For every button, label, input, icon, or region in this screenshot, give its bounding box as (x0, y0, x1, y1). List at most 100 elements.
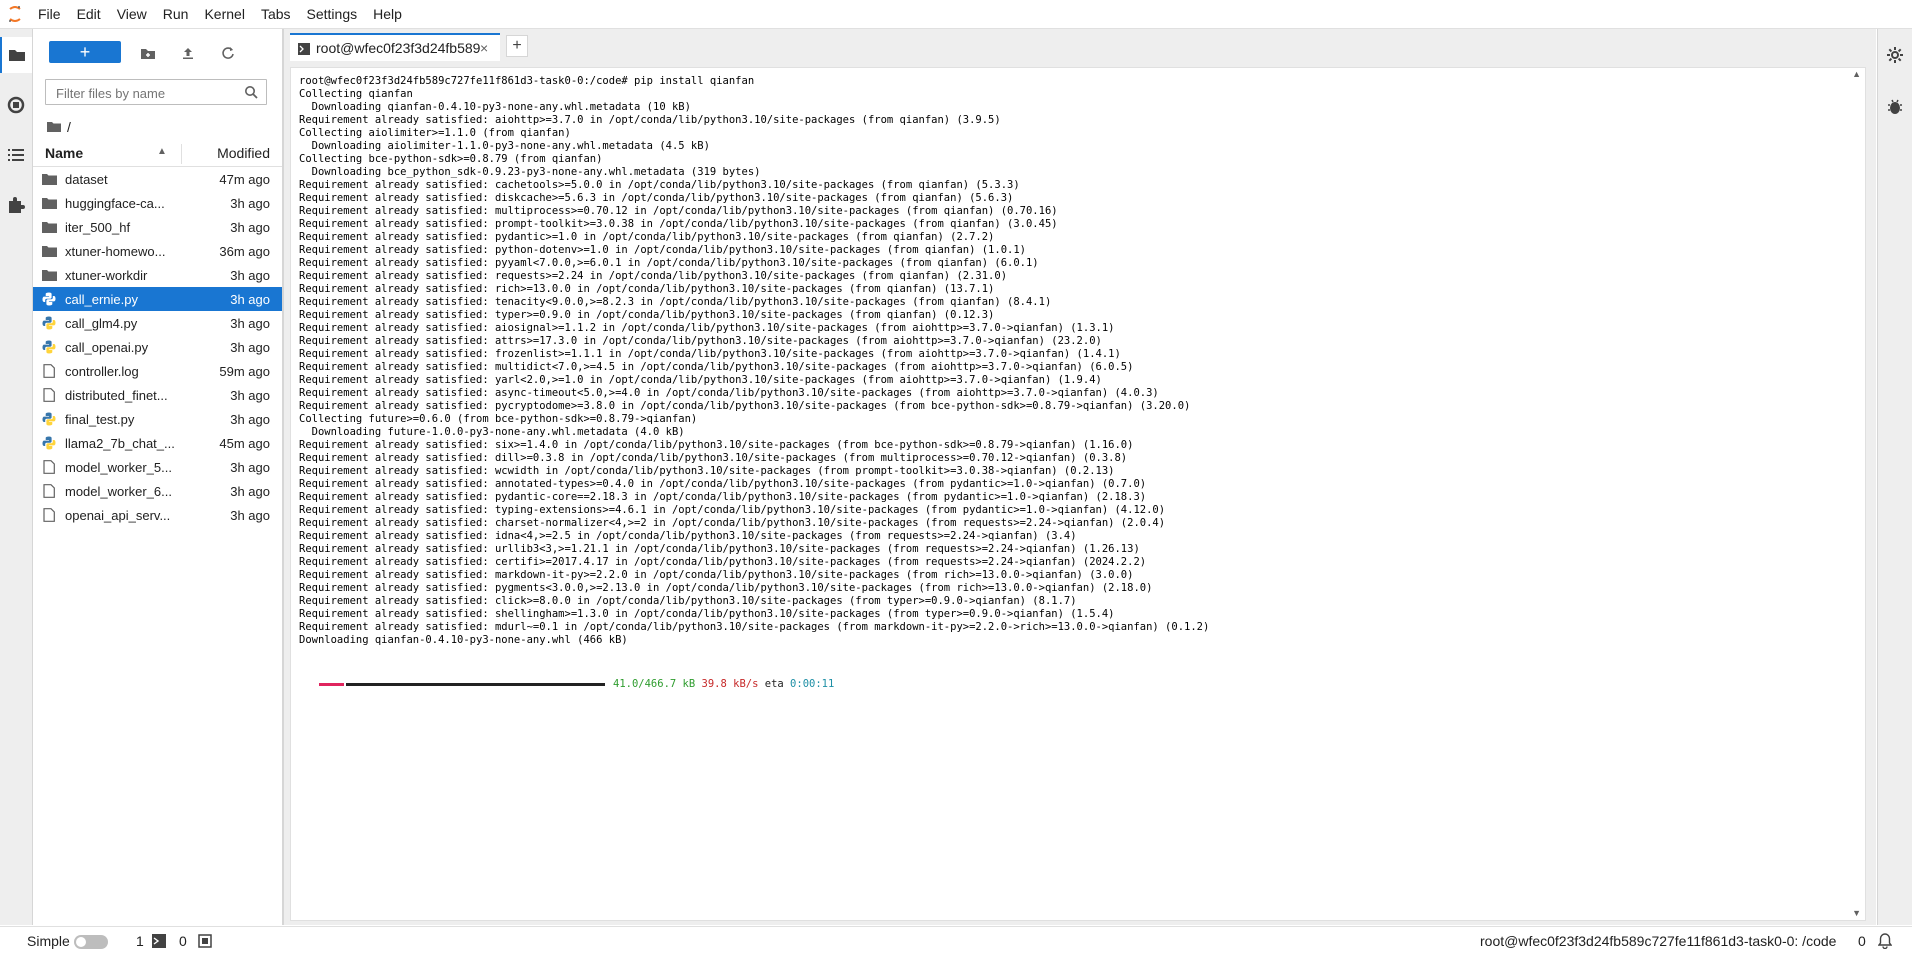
new-tab-button[interactable]: + (506, 35, 528, 57)
search-icon (244, 85, 258, 104)
python-file-icon (41, 411, 57, 427)
eta-value: 0:00:11 (790, 678, 835, 690)
upload-icon[interactable] (178, 43, 198, 63)
menu-file[interactable]: File (30, 0, 69, 28)
notifications-count[interactable]: 0 (1858, 933, 1866, 949)
list-item[interactable]: final_test.py 3h ago (33, 407, 282, 431)
new-folder-icon[interactable] (138, 43, 158, 63)
file-name: xtuner-homewo... (65, 243, 166, 259)
scroll-down-icon[interactable]: ▼ (1852, 908, 1861, 918)
download-size: 41.0/466.7 kB (613, 678, 696, 690)
modified-column-header[interactable]: Modified (217, 145, 270, 161)
simple-mode-label: Simple (27, 933, 70, 949)
list-item[interactable]: iter_500_hf 3h ago (33, 215, 282, 239)
python-file-icon (41, 339, 57, 355)
file-modified: 3h ago (230, 411, 270, 427)
file-filter-input[interactable] (54, 81, 238, 105)
terminal-panel[interactable]: root@wfec0f23f3d24fb589c727fe11f861d3-ta… (290, 67, 1866, 921)
name-column-header[interactable]: Name (45, 145, 83, 161)
download-progress: 41.0/466.7 kB 39.8 kB/s eta 0:00:11 (299, 678, 834, 691)
folder-icon (41, 195, 57, 211)
list-item[interactable]: call_ernie.py 3h ago (33, 287, 282, 311)
file-modified: 3h ago (230, 459, 270, 475)
main-area: root@wfec0f23f3d24fb589c727fe11f861d3-ta… (284, 29, 1876, 925)
file-modified: 47m ago (219, 171, 270, 187)
file-list: dataset 47m ago huggingface-ca... 3h ago ite… (33, 167, 282, 527)
new-launcher-button[interactable]: + (49, 41, 121, 63)
list-item[interactable]: openai_api_serv... 3h ago (33, 503, 282, 527)
menu-settings[interactable]: Settings (299, 0, 366, 28)
file-name: controller.log (65, 363, 139, 379)
jupyter-logo-icon (0, 0, 30, 28)
list-item[interactable]: model_worker_6... 3h ago (33, 479, 282, 503)
python-file-icon (41, 291, 57, 307)
menu-tabs[interactable]: Tabs (253, 0, 299, 28)
file-modified: 3h ago (230, 483, 270, 499)
close-icon[interactable]: × (480, 40, 488, 56)
eta-label: eta (764, 678, 784, 690)
menu-help[interactable]: Help (365, 0, 410, 28)
file-name: call_ernie.py (65, 291, 138, 307)
file-browser-toolbar: + (33, 37, 282, 73)
kernels-count[interactable]: 0 (179, 933, 187, 949)
list-item[interactable]: llama2_7b_chat_... 45m ago (33, 431, 282, 455)
folder-icon (41, 243, 57, 259)
tab-label: root@wfec0f23f3d24fb589c727fe11f861d3-ta… (316, 40, 480, 56)
download-progress-bar (319, 678, 605, 691)
file-modified: 3h ago (230, 195, 270, 211)
simple-mode-toggle[interactable] (74, 935, 108, 949)
terminal-status-icon (152, 934, 166, 951)
column-divider (181, 144, 182, 164)
breadcrumb: / (47, 117, 71, 137)
menu-run[interactable]: Run (155, 0, 197, 28)
file-filter-box (45, 79, 267, 105)
terminals-count[interactable]: 1 (136, 933, 144, 949)
right-sidebar (1877, 29, 1912, 925)
status-bar: Simple 1 0 root@wfec0f23f3d24fb589c727fe… (0, 926, 1912, 955)
property-inspector-gear-icon[interactable] (1885, 45, 1905, 65)
left-sidebar (0, 29, 33, 925)
menu-view[interactable]: View (109, 0, 155, 28)
list-item[interactable]: xtuner-homewo... 36m ago (33, 239, 282, 263)
list-item[interactable]: model_worker_5... 3h ago (33, 455, 282, 479)
file-name: model_worker_5... (65, 459, 172, 475)
running-icon[interactable] (0, 87, 32, 123)
folder-icon[interactable] (0, 37, 32, 73)
list-item[interactable]: dataset 47m ago (33, 167, 282, 191)
list-item[interactable]: call_openai.py 3h ago (33, 335, 282, 359)
tab-terminal[interactable]: root@wfec0f23f3d24fb589c727fe11f861d3-ta… (290, 33, 500, 61)
extension-puzzle-icon[interactable] (0, 187, 32, 223)
file-modified: 3h ago (230, 267, 270, 283)
list-item[interactable]: xtuner-workdir 3h ago (33, 263, 282, 287)
table-of-contents-icon[interactable] (0, 137, 32, 173)
file-icon (41, 363, 57, 379)
list-item[interactable]: distributed_finet... 3h ago (33, 383, 282, 407)
menu-bar: File Edit View Run Kernel Tabs Settings Help (0, 0, 1912, 29)
file-name: openai_api_serv... (65, 507, 171, 523)
file-browser: + / Name ▲ Modified dataset 47m ago huggin… (33, 29, 284, 925)
debugger-bug-icon[interactable] (1885, 97, 1905, 117)
folder-icon (41, 267, 57, 283)
list-item[interactable]: controller.log 59m ago (33, 359, 282, 383)
menu-kernel[interactable]: Kernel (196, 0, 252, 28)
scroll-up-icon[interactable]: ▲ (1852, 69, 1861, 79)
file-name: iter_500_hf (65, 219, 131, 235)
file-icon (41, 483, 57, 499)
notification-bell-icon[interactable] (1877, 933, 1893, 952)
refresh-icon[interactable] (218, 43, 238, 63)
file-modified: 59m ago (219, 363, 270, 379)
file-modified: 3h ago (230, 219, 270, 235)
list-item[interactable]: call_glm4.py 3h ago (33, 311, 282, 335)
file-modified: 3h ago (230, 315, 270, 331)
python-file-icon (41, 315, 57, 331)
home-folder-icon[interactable] (47, 119, 61, 135)
terminal-status-text: root@wfec0f23f3d24fb589c727fe11f861d3-ta… (1480, 933, 1837, 949)
file-modified: 3h ago (230, 387, 270, 403)
file-icon (41, 387, 57, 403)
list-item[interactable]: huggingface-ca... 3h ago (33, 191, 282, 215)
kernel-status-icon (198, 934, 212, 951)
file-name: distributed_finet... (65, 387, 168, 403)
file-name: llama2_7b_chat_... (65, 435, 175, 451)
breadcrumb-root[interactable]: / (67, 119, 71, 135)
menu-edit[interactable]: Edit (69, 0, 109, 28)
